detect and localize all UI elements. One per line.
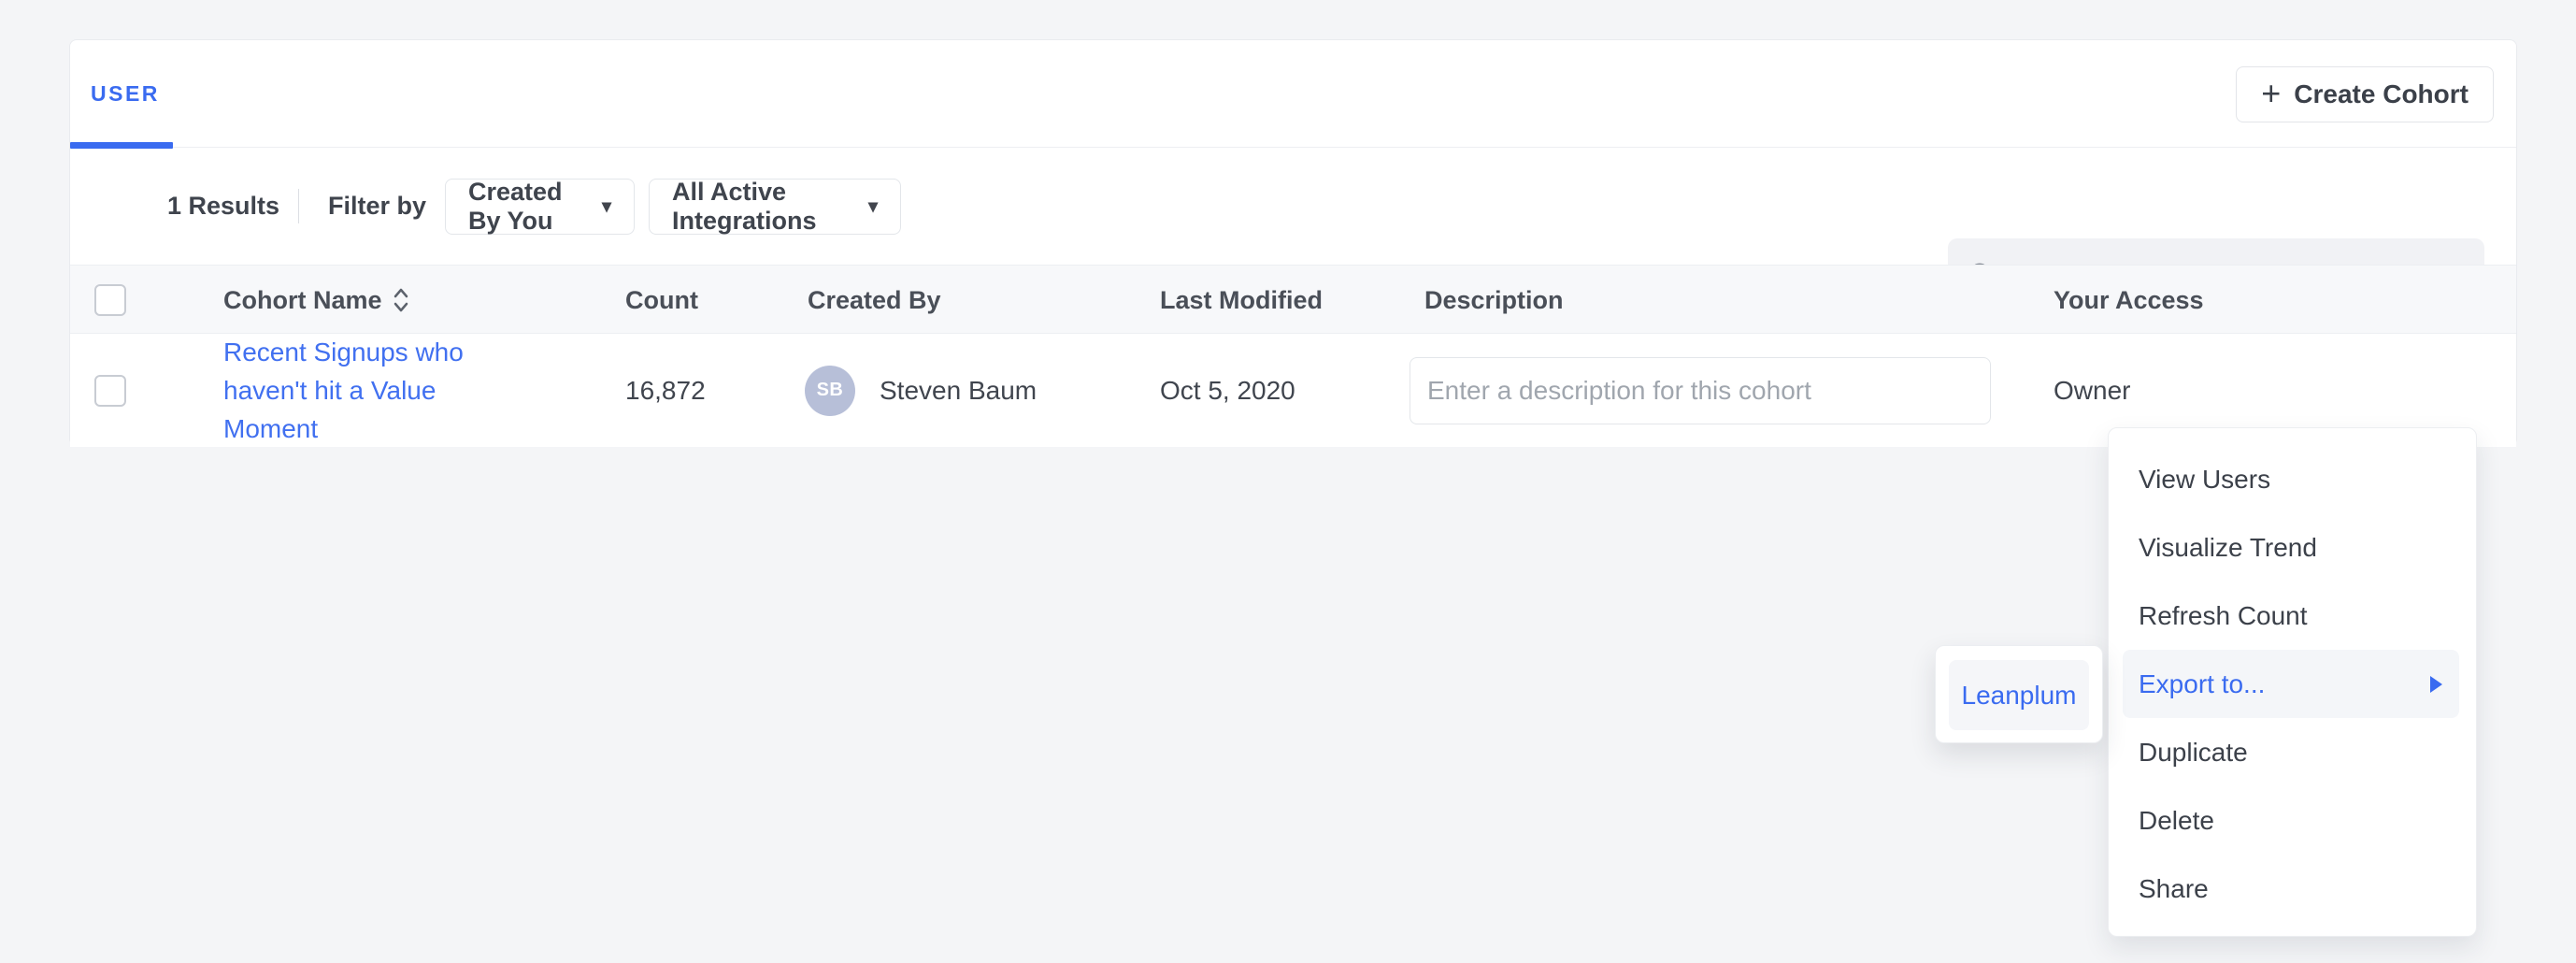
row-actions-menu: View Users Visualize Trend Refresh Count… — [2108, 427, 2477, 937]
menu-item-visualize-trend[interactable]: Visualize Trend — [2109, 513, 2476, 582]
results-count: 1 Results — [167, 148, 279, 265]
description-input[interactable] — [1410, 357, 1991, 424]
filter-row: 1 Results Filter by Created By You ▾ All… — [70, 148, 2516, 265]
select-all-checkbox[interactable] — [94, 284, 126, 316]
created-by-name: Steven Baum — [880, 376, 1037, 406]
divider — [298, 189, 299, 223]
submenu-item-leanplum[interactable]: Leanplum — [1949, 660, 2089, 730]
row-checkbox[interactable] — [94, 375, 126, 407]
column-header-your-access: Your Access — [2054, 266, 2204, 335]
menu-item-duplicate[interactable]: Duplicate — [2109, 718, 2476, 786]
avatar-initials: SB — [817, 380, 844, 401]
export-submenu: Leanplum — [1935, 645, 2103, 743]
create-cohort-button[interactable]: + Create Cohort — [2236, 66, 2494, 122]
chevron-down-icon: ▾ — [868, 197, 878, 216]
created-by-dropdown[interactable]: Created By You ▾ — [445, 179, 635, 235]
column-header-last-modified: Last Modified — [1160, 266, 1323, 335]
select-all-checkbox-cell — [94, 266, 126, 335]
column-header-created-by: Created By — [808, 266, 941, 335]
create-cohort-label: Create Cohort — [2294, 79, 2469, 109]
sort-icon[interactable] — [392, 285, 410, 315]
description-cell — [1410, 334, 1991, 447]
menu-item-export-to-label: Export to... — [2139, 669, 2265, 699]
plus-icon: + — [2261, 77, 2281, 110]
cohorts-panel: USER + Create Cohort 1 Results Filter by… — [69, 39, 2517, 446]
menu-item-refresh-count[interactable]: Refresh Count — [2109, 582, 2476, 650]
menu-item-view-users[interactable]: View Users — [2109, 445, 2476, 513]
submenu-arrow-icon — [2430, 676, 2442, 693]
column-header-description: Description — [1424, 266, 1564, 335]
cohort-name-cell: Recent Signups who haven't hit a Value M… — [223, 334, 476, 447]
integrations-dropdown-label: All Active Integrations — [672, 178, 855, 236]
menu-item-share[interactable]: Share — [2109, 855, 2476, 923]
created-by-dropdown-label: Created By You — [468, 178, 589, 236]
tab-bar: USER + Create Cohort — [70, 40, 2516, 148]
row-checkbox-cell — [94, 334, 126, 447]
created-by-cell: SB Steven Baum — [805, 334, 1037, 447]
filter-by-label: Filter by — [328, 148, 426, 265]
page-background: { "tabs": { "user_label": "USER" }, "hea… — [0, 0, 2576, 963]
menu-item-export-to[interactable]: Export to... — [2123, 650, 2459, 718]
integrations-dropdown[interactable]: All Active Integrations ▾ — [649, 179, 901, 235]
chevron-down-icon: ▾ — [602, 197, 611, 216]
last-modified-cell: Oct 5, 2020 — [1160, 334, 1295, 447]
table-header-row: Cohort Name Count Created By Last Modifi… — [70, 265, 2516, 334]
tab-user-label: USER — [91, 81, 160, 107]
cohort-name-link[interactable]: Recent Signups who haven't hit a Value M… — [223, 333, 476, 448]
column-header-count: Count — [625, 266, 698, 335]
column-header-cohort-name[interactable]: Cohort Name — [223, 266, 410, 335]
avatar: SB — [805, 366, 855, 416]
menu-item-delete[interactable]: Delete — [2109, 786, 2476, 855]
count-cell: 16,872 — [625, 334, 706, 447]
tab-user[interactable]: USER — [70, 40, 180, 148]
